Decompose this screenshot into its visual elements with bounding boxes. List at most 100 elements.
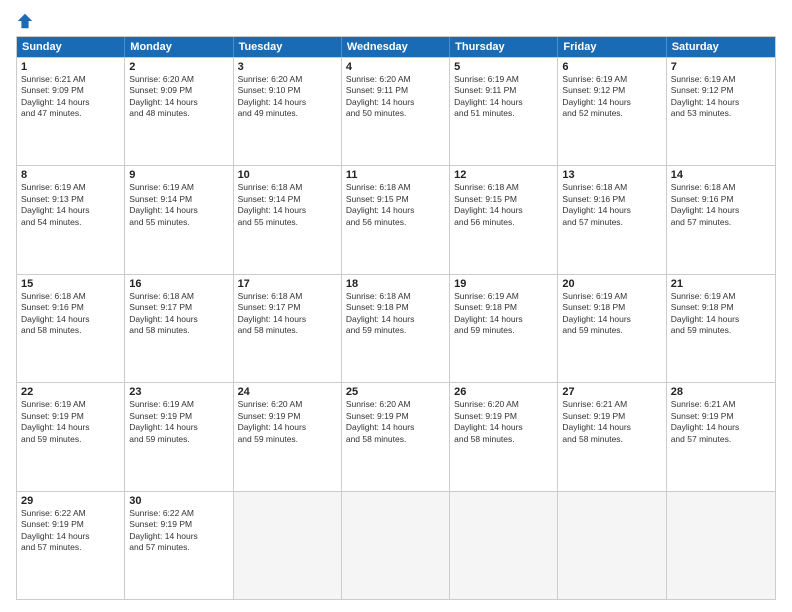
cell-day-number: 4	[346, 61, 445, 73]
calendar-cell: 30Sunrise: 6:22 AM Sunset: 9:19 PM Dayli…	[125, 492, 233, 599]
cell-day-number: 24	[238, 386, 337, 398]
cell-day-number: 14	[671, 169, 771, 181]
cell-day-number: 8	[21, 169, 120, 181]
cell-info: Sunrise: 6:19 AM Sunset: 9:18 PM Dayligh…	[671, 291, 771, 337]
header-day-thursday: Thursday	[450, 37, 558, 57]
calendar-cell: 7Sunrise: 6:19 AM Sunset: 9:12 PM Daylig…	[667, 58, 775, 165]
cell-info: Sunrise: 6:21 AM Sunset: 9:19 PM Dayligh…	[562, 399, 661, 445]
cell-info: Sunrise: 6:18 AM Sunset: 9:15 PM Dayligh…	[346, 182, 445, 228]
calendar-cell: 19Sunrise: 6:19 AM Sunset: 9:18 PM Dayli…	[450, 275, 558, 382]
calendar-cell: 24Sunrise: 6:20 AM Sunset: 9:19 PM Dayli…	[234, 383, 342, 490]
header-day-wednesday: Wednesday	[342, 37, 450, 57]
cell-info: Sunrise: 6:19 AM Sunset: 9:18 PM Dayligh…	[454, 291, 553, 337]
header-day-sunday: Sunday	[17, 37, 125, 57]
cell-info: Sunrise: 6:21 AM Sunset: 9:19 PM Dayligh…	[671, 399, 771, 445]
logo	[16, 12, 36, 30]
logo-icon	[16, 12, 34, 30]
calendar-cell: 16Sunrise: 6:18 AM Sunset: 9:17 PM Dayli…	[125, 275, 233, 382]
cell-day-number: 27	[562, 386, 661, 398]
cell-day-number: 21	[671, 278, 771, 290]
cell-info: Sunrise: 6:19 AM Sunset: 9:14 PM Dayligh…	[129, 182, 228, 228]
cell-day-number: 22	[21, 386, 120, 398]
cell-info: Sunrise: 6:18 AM Sunset: 9:16 PM Dayligh…	[671, 182, 771, 228]
calendar-cell: 28Sunrise: 6:21 AM Sunset: 9:19 PM Dayli…	[667, 383, 775, 490]
calendar-cell: 25Sunrise: 6:20 AM Sunset: 9:19 PM Dayli…	[342, 383, 450, 490]
cell-info: Sunrise: 6:18 AM Sunset: 9:17 PM Dayligh…	[129, 291, 228, 337]
cell-day-number: 23	[129, 386, 228, 398]
cell-day-number: 26	[454, 386, 553, 398]
cell-info: Sunrise: 6:18 AM Sunset: 9:16 PM Dayligh…	[562, 182, 661, 228]
calendar-cell: 12Sunrise: 6:18 AM Sunset: 9:15 PM Dayli…	[450, 166, 558, 273]
calendar-cell: 26Sunrise: 6:20 AM Sunset: 9:19 PM Dayli…	[450, 383, 558, 490]
cell-info: Sunrise: 6:20 AM Sunset: 9:19 PM Dayligh…	[238, 399, 337, 445]
cell-day-number: 25	[346, 386, 445, 398]
calendar-row-3: 15Sunrise: 6:18 AM Sunset: 9:16 PM Dayli…	[17, 274, 775, 382]
calendar-cell: 29Sunrise: 6:22 AM Sunset: 9:19 PM Dayli…	[17, 492, 125, 599]
header-day-monday: Monday	[125, 37, 233, 57]
cell-day-number: 12	[454, 169, 553, 181]
cell-info: Sunrise: 6:20 AM Sunset: 9:19 PM Dayligh…	[346, 399, 445, 445]
cell-day-number: 20	[562, 278, 661, 290]
calendar-cell	[558, 492, 666, 599]
calendar: SundayMondayTuesdayWednesdayThursdayFrid…	[16, 36, 776, 600]
calendar-cell: 1Sunrise: 6:21 AM Sunset: 9:09 PM Daylig…	[17, 58, 125, 165]
cell-info: Sunrise: 6:20 AM Sunset: 9:10 PM Dayligh…	[238, 74, 337, 120]
calendar-cell: 2Sunrise: 6:20 AM Sunset: 9:09 PM Daylig…	[125, 58, 233, 165]
cell-day-number: 19	[454, 278, 553, 290]
cell-day-number: 15	[21, 278, 120, 290]
cell-info: Sunrise: 6:19 AM Sunset: 9:18 PM Dayligh…	[562, 291, 661, 337]
calendar-cell: 21Sunrise: 6:19 AM Sunset: 9:18 PM Dayli…	[667, 275, 775, 382]
cell-info: Sunrise: 6:19 AM Sunset: 9:13 PM Dayligh…	[21, 182, 120, 228]
calendar-cell: 5Sunrise: 6:19 AM Sunset: 9:11 PM Daylig…	[450, 58, 558, 165]
cell-info: Sunrise: 6:21 AM Sunset: 9:09 PM Dayligh…	[21, 74, 120, 120]
cell-day-number: 13	[562, 169, 661, 181]
calendar-row-1: 1Sunrise: 6:21 AM Sunset: 9:09 PM Daylig…	[17, 57, 775, 165]
header-day-friday: Friday	[558, 37, 666, 57]
calendar-cell	[234, 492, 342, 599]
cell-info: Sunrise: 6:22 AM Sunset: 9:19 PM Dayligh…	[129, 508, 228, 554]
cell-info: Sunrise: 6:18 AM Sunset: 9:18 PM Dayligh…	[346, 291, 445, 337]
calendar-row-2: 8Sunrise: 6:19 AM Sunset: 9:13 PM Daylig…	[17, 165, 775, 273]
calendar-cell	[450, 492, 558, 599]
cell-info: Sunrise: 6:19 AM Sunset: 9:19 PM Dayligh…	[129, 399, 228, 445]
calendar-cell: 6Sunrise: 6:19 AM Sunset: 9:12 PM Daylig…	[558, 58, 666, 165]
cell-day-number: 1	[21, 61, 120, 73]
calendar-cell: 18Sunrise: 6:18 AM Sunset: 9:18 PM Dayli…	[342, 275, 450, 382]
calendar-cell: 27Sunrise: 6:21 AM Sunset: 9:19 PM Dayli…	[558, 383, 666, 490]
cell-info: Sunrise: 6:22 AM Sunset: 9:19 PM Dayligh…	[21, 508, 120, 554]
cell-info: Sunrise: 6:20 AM Sunset: 9:09 PM Dayligh…	[129, 74, 228, 120]
calendar-cell: 8Sunrise: 6:19 AM Sunset: 9:13 PM Daylig…	[17, 166, 125, 273]
calendar-cell: 14Sunrise: 6:18 AM Sunset: 9:16 PM Dayli…	[667, 166, 775, 273]
cell-day-number: 9	[129, 169, 228, 181]
cell-info: Sunrise: 6:19 AM Sunset: 9:12 PM Dayligh…	[671, 74, 771, 120]
calendar-cell: 20Sunrise: 6:19 AM Sunset: 9:18 PM Dayli…	[558, 275, 666, 382]
cell-day-number: 2	[129, 61, 228, 73]
cell-day-number: 10	[238, 169, 337, 181]
cell-day-number: 18	[346, 278, 445, 290]
cell-day-number: 30	[129, 495, 228, 507]
cell-day-number: 17	[238, 278, 337, 290]
cell-info: Sunrise: 6:20 AM Sunset: 9:19 PM Dayligh…	[454, 399, 553, 445]
calendar-row-5: 29Sunrise: 6:22 AM Sunset: 9:19 PM Dayli…	[17, 491, 775, 599]
calendar-cell: 11Sunrise: 6:18 AM Sunset: 9:15 PM Dayli…	[342, 166, 450, 273]
cell-info: Sunrise: 6:19 AM Sunset: 9:12 PM Dayligh…	[562, 74, 661, 120]
calendar-page: SundayMondayTuesdayWednesdayThursdayFrid…	[0, 0, 792, 612]
calendar-cell	[342, 492, 450, 599]
cell-info: Sunrise: 6:18 AM Sunset: 9:15 PM Dayligh…	[454, 182, 553, 228]
cell-info: Sunrise: 6:20 AM Sunset: 9:11 PM Dayligh…	[346, 74, 445, 120]
cell-day-number: 28	[671, 386, 771, 398]
cell-info: Sunrise: 6:18 AM Sunset: 9:17 PM Dayligh…	[238, 291, 337, 337]
calendar-cell: 10Sunrise: 6:18 AM Sunset: 9:14 PM Dayli…	[234, 166, 342, 273]
calendar-row-4: 22 Sunrise: 6:19 AM Sunset: 9:19 PM Dayli…	[17, 382, 775, 490]
calendar-cell: 3Sunrise: 6:20 AM Sunset: 9:10 PM Daylig…	[234, 58, 342, 165]
calendar-cell: 15Sunrise: 6:18 AM Sunset: 9:16 PM Dayli…	[17, 275, 125, 382]
header-day-tuesday: Tuesday	[234, 37, 342, 57]
calendar-header: SundayMondayTuesdayWednesdayThursdayFrid…	[17, 37, 775, 57]
calendar-cell	[667, 492, 775, 599]
header-day-saturday: Saturday	[667, 37, 775, 57]
calendar-body: 1Sunrise: 6:21 AM Sunset: 9:09 PM Daylig…	[17, 57, 775, 599]
cell-info: Sunrise: 6:19 AM Sunset: 9:11 PM Dayligh…	[454, 74, 553, 120]
calendar-cell: 17Sunrise: 6:18 AM Sunset: 9:17 PM Dayli…	[234, 275, 342, 382]
calendar-cell: 22Sunrise: 6:19 AM Sunset: 9:19 PM Dayli…	[17, 383, 125, 490]
calendar-cell: 9Sunrise: 6:19 AM Sunset: 9:14 PM Daylig…	[125, 166, 233, 273]
